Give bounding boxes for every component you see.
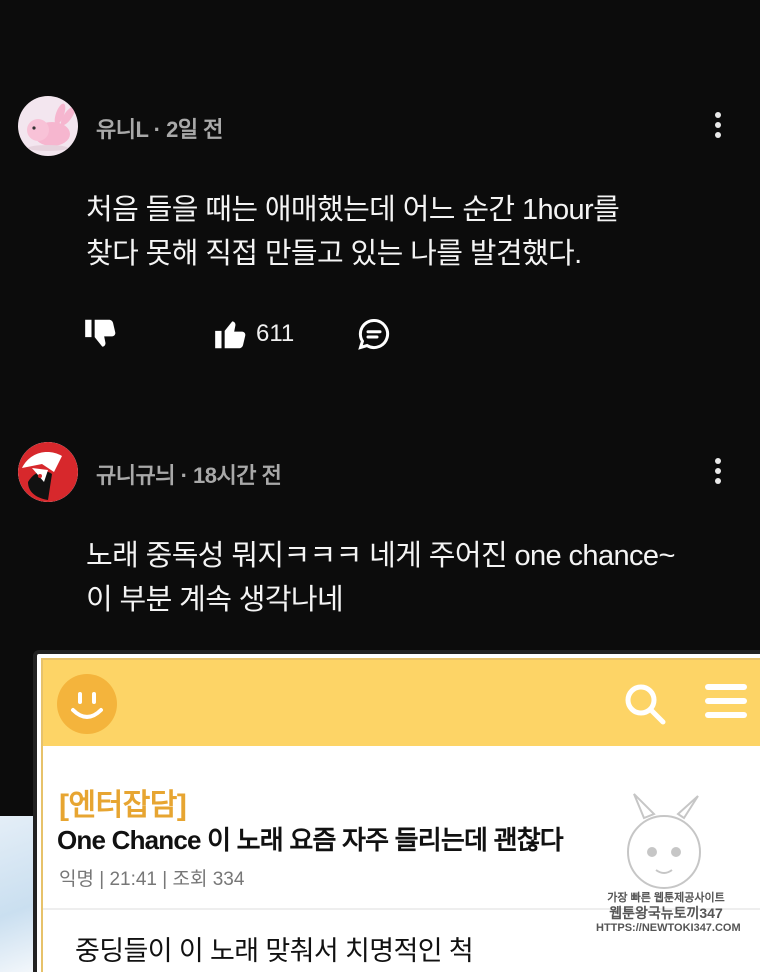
- comment-text: 처음 들을 때는 애매했는데 어느 순간 1hour를 찾다 못해 직접 만들고…: [86, 194, 620, 270]
- kebab-menu-icon[interactable]: [710, 458, 726, 488]
- embedded-header: [43, 660, 760, 746]
- comment-actions: 611: [82, 314, 482, 354]
- post-body: 중딩들이 이 노래 맞춰서 치명적인 척: [75, 936, 474, 966]
- post-title[interactable]: One Chance 이 노래 요즘 자주 들리는데 괜찮다: [57, 820, 564, 857]
- kebab-menu-icon[interactable]: [710, 112, 726, 142]
- comment-author[interactable]: 규니규늬: [96, 463, 175, 488]
- thumbs-down-icon: [85, 319, 116, 347]
- watermark-text: 가장 빠른 웹툰제공사이트 웹툰왕국뉴토끼347 HTTPS://NEWTOKI…: [596, 892, 741, 934]
- search-icon[interactable]: [623, 682, 667, 726]
- comment-meta: 규니규늬 · 18시간 전: [96, 463, 282, 488]
- comment-time: 18시간 전: [193, 463, 282, 488]
- background-artwork: [0, 816, 36, 972]
- comment-time: 2일 전: [166, 117, 223, 142]
- avatar[interactable]: [18, 96, 78, 156]
- reply-button[interactable]: [356, 314, 392, 354]
- like-count: 611: [256, 320, 295, 347]
- smiley-logo-icon: [57, 674, 117, 734]
- avatar[interactable]: [18, 442, 78, 502]
- comment-author[interactable]: 유니L: [96, 117, 149, 142]
- reply-icon: [358, 318, 390, 350]
- hamburger-menu-icon[interactable]: [705, 684, 747, 722]
- comment-text: 노래 중독성 뭐지ㅋㅋㅋ 네게 주어진 one chance~ 이 부분 계속 …: [86, 540, 675, 616]
- post-meta: 익명 | 21:41 | 조회 334: [59, 869, 245, 890]
- comment-meta: 유니L · 2일 전: [96, 117, 223, 142]
- dislike-button[interactable]: [82, 314, 120, 354]
- like-button[interactable]: 611: [212, 314, 294, 354]
- thumbs-up-icon: [215, 321, 246, 349]
- post-category: [엔터잡담]: [59, 789, 187, 822]
